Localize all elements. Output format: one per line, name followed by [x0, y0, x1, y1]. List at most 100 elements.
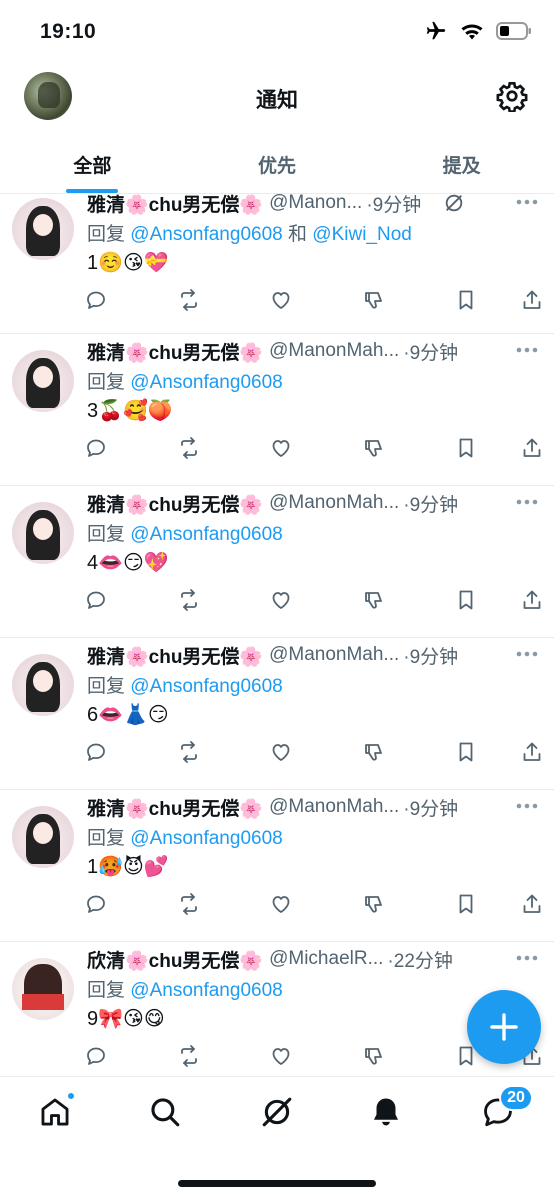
avatar[interactable]: [12, 958, 74, 1020]
author-name[interactable]: 雅清🌸chu男无偿🌸: [87, 642, 263, 669]
tweet-actions: [84, 588, 544, 612]
tab-all[interactable]: 全部: [0, 134, 185, 193]
grok-icon: [262, 1097, 292, 1127]
avatar[interactable]: [12, 654, 74, 716]
reply-context: 回复 @Ansonfang0608: [87, 367, 283, 394]
mention-link[interactable]: @Kiwi_Nod: [312, 224, 412, 245]
tweet-time: ·9分钟: [366, 194, 422, 216]
retweet-icon[interactable]: [177, 740, 201, 764]
settings-gear-icon[interactable]: [496, 80, 528, 112]
author-name[interactable]: 欣清🌸chu男无偿🌸: [87, 946, 263, 973]
author-name[interactable]: 雅清🌸chu男无偿🌸: [87, 794, 263, 821]
status-bar: 19:10: [0, 0, 554, 64]
mention-link[interactable]: @Ansonfang0608: [130, 828, 282, 849]
avatar[interactable]: [12, 350, 74, 412]
grok-icon[interactable]: [443, 194, 465, 214]
nav-home[interactable]: [38, 1091, 76, 1129]
reply-icon[interactable]: [84, 892, 108, 916]
author-handle[interactable]: @ManonMah...: [269, 492, 399, 514]
share-icon[interactable]: [520, 588, 544, 612]
like-icon[interactable]: [269, 288, 293, 312]
author-handle[interactable]: @ManonMah...: [269, 796, 399, 818]
dislike-icon[interactable]: [362, 588, 386, 612]
tweet-item[interactable]: 雅清🌸chu男无偿🌸 @ManonMah... ·9分钟 回复 @Ansonfa…: [0, 638, 554, 790]
like-icon[interactable]: [269, 588, 293, 612]
reply-icon[interactable]: [84, 436, 108, 460]
reply-icon[interactable]: [84, 588, 108, 612]
dislike-icon[interactable]: [362, 740, 386, 764]
retweet-icon[interactable]: [177, 1044, 201, 1068]
reply-context: 回复 @Ansonfang0608: [87, 671, 283, 698]
tab-all-label: 全部: [73, 156, 112, 177]
share-icon[interactable]: [520, 288, 544, 312]
more-options-icon[interactable]: [514, 194, 540, 212]
retweet-icon[interactable]: [177, 892, 201, 916]
avatar[interactable]: [12, 806, 74, 868]
author-name[interactable]: 雅清🌸chu男无偿🌸: [87, 490, 263, 517]
notification-feed[interactable]: 雅清🌸chu男无偿🌸 @Manon... ·9分钟 回复 @Ansonfang0…: [0, 194, 554, 1076]
reply-icon[interactable]: [84, 740, 108, 764]
author-handle[interactable]: @ManonMah...: [269, 340, 399, 362]
tweet-item[interactable]: 雅清🌸chu男无偿🌸 @ManonMah... ·9分钟 回复 @Ansonfa…: [0, 486, 554, 638]
like-icon[interactable]: [269, 1044, 293, 1068]
dislike-icon[interactable]: [362, 892, 386, 916]
reply-icon[interactable]: [84, 288, 108, 312]
author-name[interactable]: 雅清🌸chu男无偿🌸: [87, 194, 263, 217]
wifi-icon: [461, 24, 483, 40]
more-options-icon[interactable]: [514, 492, 540, 512]
bookmark-icon[interactable]: [454, 892, 478, 916]
dislike-icon[interactable]: [362, 288, 386, 312]
tweet-text: 1🥵😈💕: [87, 856, 169, 878]
tweet-time: ·9分钟: [403, 342, 459, 364]
tweet-time: ·9分钟: [403, 798, 459, 820]
retweet-icon[interactable]: [177, 436, 201, 460]
nav-grok[interactable]: [260, 1095, 294, 1129]
mention-link[interactable]: @Ansonfang0608: [130, 372, 282, 393]
author-handle[interactable]: @ManonMah...: [269, 644, 399, 666]
mention-link[interactable]: @Ansonfang0608: [130, 980, 282, 1001]
retweet-icon[interactable]: [177, 588, 201, 612]
bookmark-icon[interactable]: [454, 740, 478, 764]
mention-link[interactable]: @Ansonfang0608: [130, 524, 282, 545]
nav-search[interactable]: [148, 1095, 182, 1129]
nav-notifications[interactable]: [369, 1095, 403, 1129]
more-options-icon[interactable]: [514, 340, 540, 360]
tweet-item[interactable]: 雅清🌸chu男无偿🌸 @Manon... ·9分钟 回复 @Ansonfang0…: [0, 194, 554, 334]
bookmark-icon[interactable]: [454, 288, 478, 312]
author-handle[interactable]: @Manon...: [269, 194, 362, 214]
author-name[interactable]: 雅清🌸chu男无偿🌸: [87, 338, 263, 365]
avatar[interactable]: [12, 198, 74, 260]
plus-icon: [490, 1013, 518, 1041]
bookmark-icon[interactable]: [454, 588, 478, 612]
more-options-icon[interactable]: [514, 948, 540, 968]
tweet-text: 9🎀😘😋: [87, 1008, 165, 1030]
like-icon[interactable]: [269, 436, 293, 460]
tab-mentions[interactable]: 提及: [369, 134, 554, 193]
more-options-icon[interactable]: [514, 644, 540, 664]
share-icon[interactable]: [520, 740, 544, 764]
tab-priority[interactable]: 优先: [185, 134, 370, 193]
reply-prefix: 回复: [87, 828, 126, 849]
dislike-icon[interactable]: [362, 1044, 386, 1068]
author-handle[interactable]: @MichaelR...: [269, 948, 383, 970]
like-icon[interactable]: [269, 740, 293, 764]
bookmark-icon[interactable]: [454, 436, 478, 460]
home-icon: [41, 1098, 69, 1126]
mention-link[interactable]: @Ansonfang0608: [130, 224, 282, 245]
retweet-icon[interactable]: [177, 288, 201, 312]
tweet-item[interactable]: 雅清🌸chu男无偿🌸 @ManonMah... ·9分钟 回复 @Ansonfa…: [0, 790, 554, 942]
reply-icon[interactable]: [84, 1044, 108, 1068]
like-icon[interactable]: [269, 892, 293, 916]
page-title: 通知: [256, 89, 298, 112]
messages-badge: 20: [499, 1085, 533, 1111]
dislike-icon[interactable]: [362, 436, 386, 460]
share-icon[interactable]: [520, 436, 544, 460]
tweet-item[interactable]: 雅清🌸chu男无偿🌸 @ManonMah... ·9分钟 回复 @Ansonfa…: [0, 334, 554, 486]
compose-button[interactable]: [467, 990, 541, 1064]
mention-link[interactable]: @Ansonfang0608: [130, 676, 282, 697]
share-icon[interactable]: [520, 892, 544, 916]
nav-messages[interactable]: 20: [481, 1085, 533, 1129]
avatar[interactable]: [12, 502, 74, 564]
more-options-icon[interactable]: [514, 796, 540, 816]
tweet-actions: [84, 740, 544, 764]
